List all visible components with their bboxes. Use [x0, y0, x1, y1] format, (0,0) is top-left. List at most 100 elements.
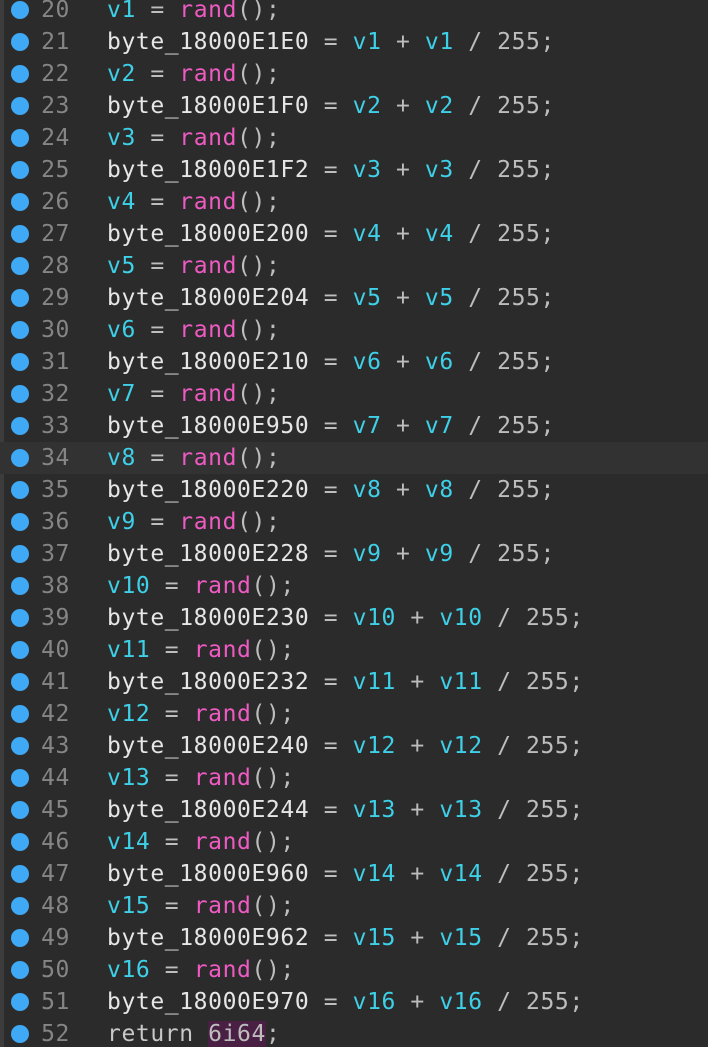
code-line[interactable]: 21 byte_18000E1E0 = v1 + v1 / 255;: [0, 26, 708, 58]
breakpoint-dot-icon[interactable]: [11, 225, 29, 243]
code-text[interactable]: byte_18000E970 = v16 + v16 / 255;: [107, 986, 584, 1018]
code-line[interactable]: 51 byte_18000E970 = v16 + v16 / 255;: [0, 986, 708, 1018]
breakpoint-dot-icon[interactable]: [11, 609, 29, 627]
breakpoint-dot-icon[interactable]: [11, 193, 29, 211]
breakpoint-dot-icon[interactable]: [11, 353, 29, 371]
code-line[interactable]: 29 byte_18000E204 = v5 + v5 / 255;: [0, 282, 708, 314]
breakpoint-dot-icon[interactable]: [11, 129, 29, 147]
code-line[interactable]: 45 byte_18000E244 = v13 + v13 / 255;: [0, 794, 708, 826]
code-text[interactable]: v13 = rand();: [107, 762, 295, 794]
code-text[interactable]: byte_18000E1F2 = v3 + v3 / 255;: [107, 154, 555, 186]
breakpoint-dot-icon[interactable]: [11, 897, 29, 915]
breakpoint-dot-icon[interactable]: [11, 801, 29, 819]
code-text[interactable]: v16 = rand();: [107, 954, 295, 986]
code-text[interactable]: byte_18000E220 = v8 + v8 / 255;: [107, 474, 555, 506]
breakpoint-dot-icon[interactable]: [11, 1025, 29, 1043]
breakpoint-dot-icon[interactable]: [11, 289, 29, 307]
code-text[interactable]: byte_18000E230 = v10 + v10 / 255;: [107, 602, 584, 634]
code-line[interactable]: 24 v3 = rand();: [0, 122, 708, 154]
code-line[interactable]: 27 byte_18000E200 = v4 + v4 / 255;: [0, 218, 708, 250]
code-text[interactable]: byte_18000E232 = v11 + v11 / 255;: [107, 666, 584, 698]
code-line[interactable]: 38 v10 = rand();: [0, 570, 708, 602]
code-text[interactable]: v1 = rand();: [107, 0, 280, 26]
breakpoint-dot-icon[interactable]: [11, 705, 29, 723]
breakpoint-dot-icon[interactable]: [11, 385, 29, 403]
breakpoint-dot-icon[interactable]: [11, 865, 29, 883]
code-text[interactable]: byte_18000E1E0 = v1 + v1 / 255;: [107, 26, 555, 58]
breakpoint-dot-icon[interactable]: [11, 929, 29, 947]
breakpoint-dot-icon[interactable]: [11, 1, 29, 19]
code-line[interactable]: 52 return 6i64;: [0, 1018, 708, 1047]
code-line[interactable]: 39 byte_18000E230 = v10 + v10 / 255;: [0, 602, 708, 634]
code-text[interactable]: byte_18000E204 = v5 + v5 / 255;: [107, 282, 555, 314]
breakpoint-dot-icon[interactable]: [11, 673, 29, 691]
code-line[interactable]: 36 v9 = rand();: [0, 506, 708, 538]
code-line[interactable]: 22 v2 = rand();: [0, 58, 708, 90]
code-text[interactable]: v9 = rand();: [107, 506, 280, 538]
code-text[interactable]: byte_18000E240 = v12 + v12 / 255;: [107, 730, 584, 762]
breakpoint-dot-icon[interactable]: [11, 321, 29, 339]
breakpoint-dot-icon[interactable]: [11, 481, 29, 499]
code-line[interactable]: 41 byte_18000E232 = v11 + v11 / 255;: [0, 666, 708, 698]
code-text[interactable]: byte_18000E962 = v15 + v15 / 255;: [107, 922, 584, 954]
breakpoint-dot-icon[interactable]: [11, 769, 29, 787]
code-line[interactable]: 40 v11 = rand();: [0, 634, 708, 666]
code-line[interactable]: 37 byte_18000E228 = v9 + v9 / 255;: [0, 538, 708, 570]
code-text[interactable]: v4 = rand();: [107, 186, 280, 218]
code-text[interactable]: return 6i64;: [107, 1018, 280, 1047]
code-editor[interactable]: 20 v1 = rand(); 21 byte_18000E1E0 = v1 + v1…: [0, 0, 708, 1047]
code-line[interactable]: 47 byte_18000E960 = v14 + v14 / 255;: [0, 858, 708, 890]
code-line[interactable]: 44 v13 = rand();: [0, 762, 708, 794]
breakpoint-dot-icon[interactable]: [11, 257, 29, 275]
breakpoint-dot-icon[interactable]: [11, 417, 29, 435]
code-text[interactable]: v2 = rand();: [107, 58, 280, 90]
code-text[interactable]: v6 = rand();: [107, 314, 280, 346]
code-text[interactable]: v8 = rand();: [107, 442, 280, 474]
code-line[interactable]: 23 byte_18000E1F0 = v2 + v2 / 255;: [0, 90, 708, 122]
breakpoint-dot-icon[interactable]: [11, 993, 29, 1011]
code-text[interactable]: v14 = rand();: [107, 826, 295, 858]
code-line[interactable]: 46 v14 = rand();: [0, 826, 708, 858]
code-text[interactable]: v3 = rand();: [107, 122, 280, 154]
breakpoint-dot-icon[interactable]: [11, 161, 29, 179]
code-line[interactable]: 32 v7 = rand();: [0, 378, 708, 410]
code-line[interactable]: 26 v4 = rand();: [0, 186, 708, 218]
code-text[interactable]: byte_18000E960 = v14 + v14 / 255;: [107, 858, 584, 890]
code-line[interactable]: 43 byte_18000E240 = v12 + v12 / 255;: [0, 730, 708, 762]
code-text[interactable]: v10 = rand();: [107, 570, 295, 602]
code-line[interactable]: 34 v8 = rand();: [0, 442, 708, 474]
code-line[interactable]: 28 v5 = rand();: [0, 250, 708, 282]
code-line[interactable]: 48 v15 = rand();: [0, 890, 708, 922]
code-text[interactable]: v5 = rand();: [107, 250, 280, 282]
breakpoint-dot-icon[interactable]: [11, 641, 29, 659]
code-text[interactable]: v11 = rand();: [107, 634, 295, 666]
code-text[interactable]: byte_18000E200 = v4 + v4 / 255;: [107, 218, 555, 250]
code-line[interactable]: 33 byte_18000E950 = v7 + v7 / 255;: [0, 410, 708, 442]
code-line[interactable]: 31 byte_18000E210 = v6 + v6 / 255;: [0, 346, 708, 378]
breakpoint-dot-icon[interactable]: [11, 961, 29, 979]
code-text[interactable]: byte_18000E228 = v9 + v9 / 255;: [107, 538, 555, 570]
code-line[interactable]: 25 byte_18000E1F2 = v3 + v3 / 255;: [0, 154, 708, 186]
breakpoint-dot-icon[interactable]: [11, 65, 29, 83]
code-line[interactable]: 50 v16 = rand();: [0, 954, 708, 986]
code-text[interactable]: byte_18000E1F0 = v2 + v2 / 255;: [107, 90, 555, 122]
breakpoint-dot-icon[interactable]: [11, 737, 29, 755]
code-line[interactable]: 35 byte_18000E220 = v8 + v8 / 255;: [0, 474, 708, 506]
code-text[interactable]: v15 = rand();: [107, 890, 295, 922]
breakpoint-dot-icon[interactable]: [11, 577, 29, 595]
code-line[interactable]: 20 v1 = rand();: [0, 0, 708, 26]
breakpoint-dot-icon[interactable]: [11, 833, 29, 851]
code-line[interactable]: 30 v6 = rand();: [0, 314, 708, 346]
code-text[interactable]: byte_18000E210 = v6 + v6 / 255;: [107, 346, 555, 378]
breakpoint-dot-icon[interactable]: [11, 449, 29, 467]
breakpoint-dot-icon[interactable]: [11, 33, 29, 51]
breakpoint-dot-icon[interactable]: [11, 513, 29, 531]
code-text[interactable]: v7 = rand();: [107, 378, 280, 410]
code-text[interactable]: byte_18000E244 = v13 + v13 / 255;: [107, 794, 584, 826]
breakpoint-dot-icon[interactable]: [11, 545, 29, 563]
code-line[interactable]: 49 byte_18000E962 = v15 + v15 / 255;: [0, 922, 708, 954]
code-text[interactable]: v12 = rand();: [107, 698, 295, 730]
code-line[interactable]: 42 v12 = rand();: [0, 698, 708, 730]
code-text[interactable]: byte_18000E950 = v7 + v7 / 255;: [107, 410, 555, 442]
breakpoint-dot-icon[interactable]: [11, 97, 29, 115]
